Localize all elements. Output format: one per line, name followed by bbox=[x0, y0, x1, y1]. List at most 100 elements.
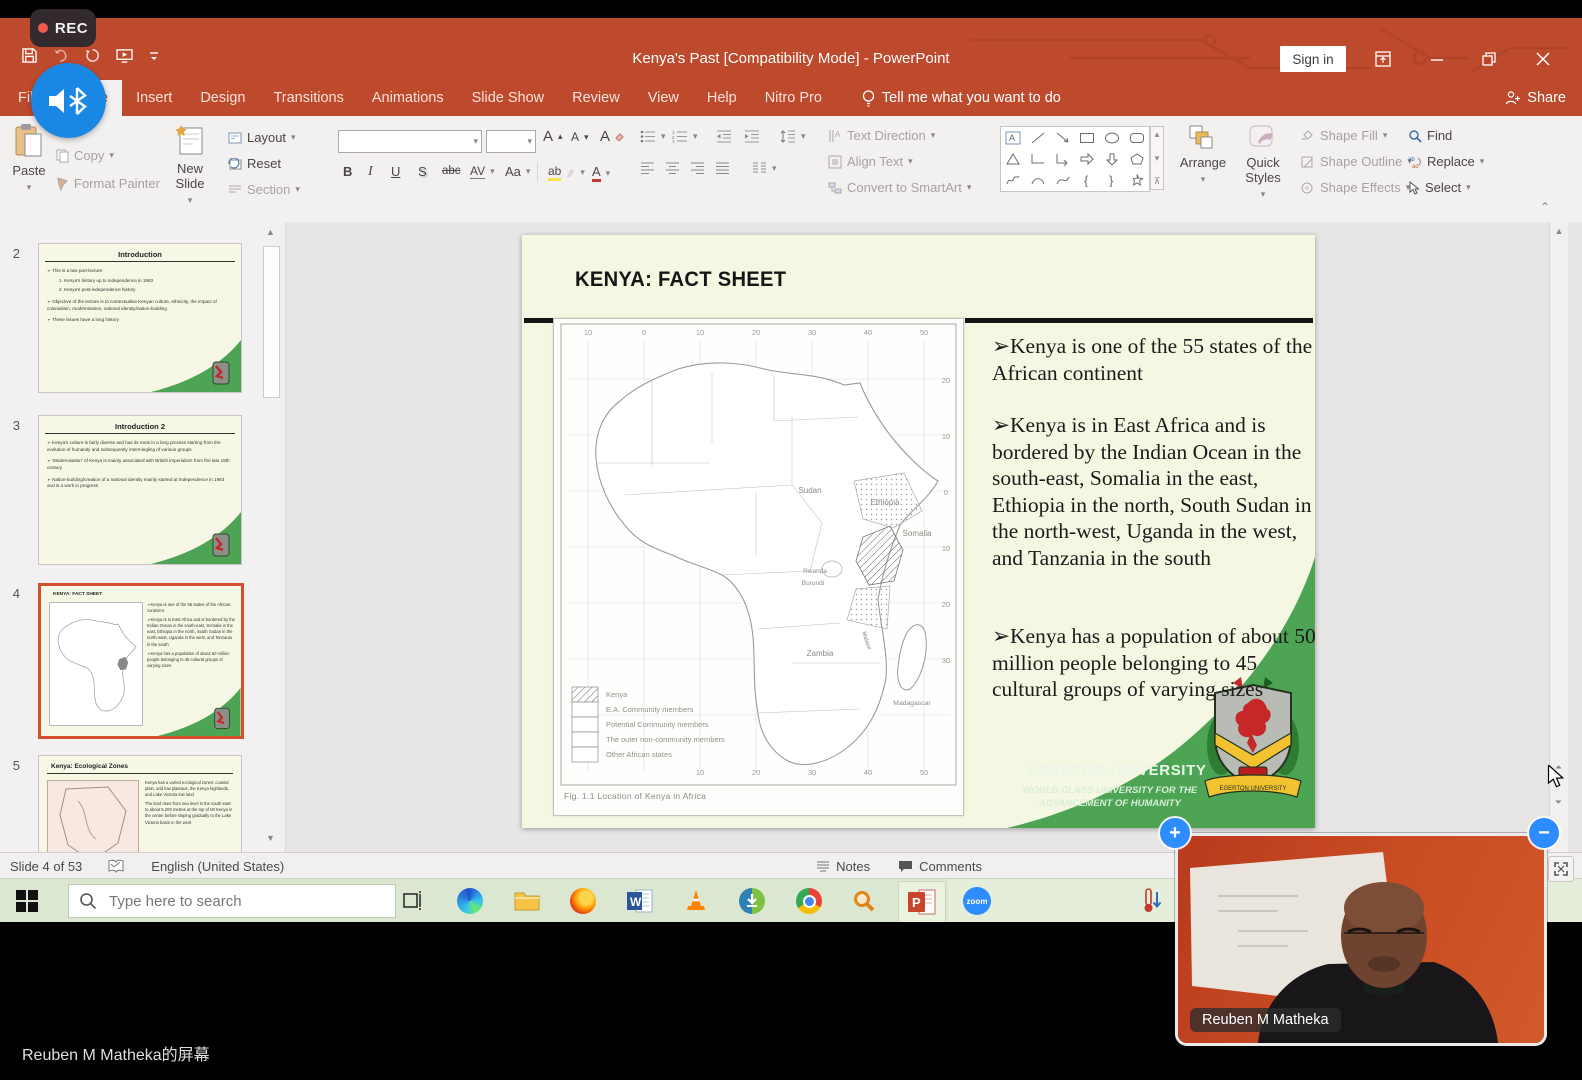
start-button[interactable] bbox=[12, 886, 42, 916]
thumb-scroll-down-button[interactable]: ▼ bbox=[262, 830, 279, 846]
copy-button[interactable]: Copy▾ bbox=[56, 148, 114, 163]
taskbar-search[interactable] bbox=[68, 884, 396, 918]
line-spacing-button[interactable]: ▾ bbox=[780, 130, 806, 143]
notes-button[interactable]: Notes bbox=[816, 859, 870, 874]
zoom-app-icon[interactable]: zoom bbox=[962, 886, 992, 916]
clear-formatting-button[interactable]: A bbox=[600, 128, 624, 145]
firefox-icon[interactable] bbox=[568, 886, 598, 916]
shape-fill-button[interactable]: Shape Fill▾ bbox=[1300, 128, 1387, 143]
oval-shape-icon[interactable] bbox=[1101, 128, 1122, 147]
tab-view[interactable]: View bbox=[634, 80, 693, 116]
idm-icon[interactable] bbox=[737, 886, 767, 916]
powerpoint-taskbar-active[interactable]: P bbox=[898, 881, 946, 923]
word-icon[interactable]: W bbox=[625, 886, 655, 916]
elbow-shape-icon[interactable] bbox=[1027, 149, 1048, 168]
task-view-button[interactable] bbox=[398, 886, 428, 916]
text-shadow-button[interactable]: S bbox=[418, 164, 427, 179]
restore-button[interactable] bbox=[1474, 46, 1504, 72]
underline-button[interactable]: U bbox=[391, 164, 400, 179]
tab-slideshow[interactable]: Slide Show bbox=[458, 80, 559, 116]
section-button[interactable]: Section▾ bbox=[228, 182, 300, 197]
webcam-video[interactable]: Reuben M Matheka bbox=[1175, 833, 1547, 1046]
arc-shape-icon[interactable] bbox=[1027, 171, 1048, 190]
curve-shape-icon[interactable] bbox=[1052, 171, 1073, 190]
slide-canvas[interactable]: KENYA: FACT SHEET 100 1020 bbox=[522, 235, 1315, 828]
bullets-button[interactable]: ▾ bbox=[640, 130, 666, 143]
numbering-button[interactable]: 123▾ bbox=[672, 130, 698, 143]
thumb-scrollbar-thumb[interactable] bbox=[263, 246, 280, 398]
elbow-arrow-shape-icon[interactable] bbox=[1052, 149, 1073, 168]
close-button[interactable] bbox=[1528, 46, 1558, 72]
minimize-button[interactable] bbox=[1422, 46, 1452, 72]
align-text-button[interactable]: Align Text▾ bbox=[828, 154, 913, 169]
shapes-gallery[interactable]: A { } bbox=[1000, 126, 1150, 192]
bluetooth-audio-button[interactable] bbox=[31, 63, 106, 138]
shrink-font-button[interactable]: A▾ bbox=[571, 130, 589, 144]
star-shape-icon[interactable] bbox=[1126, 171, 1147, 190]
down-arrow-shape-icon[interactable] bbox=[1101, 149, 1122, 168]
zoom-decrease-button[interactable]: − bbox=[1529, 818, 1559, 848]
shape-effects-button[interactable]: Shape Effects▾ bbox=[1300, 180, 1410, 195]
triangle-shape-icon[interactable] bbox=[1003, 149, 1024, 168]
tab-transitions[interactable]: Transitions bbox=[259, 80, 357, 116]
tab-animations[interactable]: Animations bbox=[358, 80, 458, 116]
tab-design[interactable]: Design bbox=[186, 80, 259, 116]
convert-smartart-button[interactable]: Convert to SmartArt▾ bbox=[828, 180, 971, 195]
paste-button[interactable]: Paste▾ bbox=[12, 124, 52, 193]
pentagon-shape-icon[interactable] bbox=[1126, 149, 1147, 168]
thumbnail-slide-5[interactable]: Kenya: Ecological Zones Kenya has a vari… bbox=[38, 755, 242, 852]
decrease-indent-button[interactable] bbox=[716, 130, 732, 143]
arrange-button[interactable]: Arrange▾ bbox=[1176, 124, 1230, 185]
zoom-increase-button[interactable]: + bbox=[1160, 818, 1190, 848]
shapes-gallery-scrollbar[interactable]: ▴▾⊼ bbox=[1150, 126, 1164, 190]
line-shape-icon[interactable] bbox=[1027, 128, 1048, 147]
rectangle-shape-icon[interactable] bbox=[1077, 128, 1098, 147]
file-explorer-icon[interactable] bbox=[512, 886, 542, 916]
character-spacing-button[interactable]: AV▾ bbox=[470, 164, 495, 179]
find-button[interactable]: Find bbox=[1408, 128, 1452, 143]
scroll-up-arrow[interactable]: ▲ bbox=[1550, 226, 1568, 236]
select-button[interactable]: Select▾ bbox=[1408, 180, 1471, 195]
main-scrollbar[interactable]: ▲ ⏶ ⏷ ▼ bbox=[1549, 222, 1568, 852]
thumbnail-slide-3[interactable]: Introduction 2 ➢ Kenya's culture is fair… bbox=[38, 415, 242, 565]
font-name-combo[interactable]: ▾ bbox=[338, 130, 482, 153]
thumbnail-slide-2[interactable]: Introduction ➢ This is a two part-lectur… bbox=[38, 243, 242, 393]
change-case-button[interactable]: Aa▾ bbox=[505, 164, 530, 179]
next-slide-button[interactable]: ⏷ bbox=[1552, 797, 1565, 808]
font-size-combo[interactable]: ▾ bbox=[486, 130, 536, 153]
language-indicator[interactable]: English (United States) bbox=[151, 859, 284, 874]
thumb-scroll-up-button[interactable]: ▲ bbox=[262, 224, 279, 240]
tab-review[interactable]: Review bbox=[558, 80, 634, 116]
ribbon-display-options-button[interactable] bbox=[1368, 46, 1398, 72]
replace-button[interactable]: abac Replace▾ bbox=[1408, 154, 1484, 169]
temperature-tray-icon[interactable] bbox=[1138, 886, 1168, 916]
highlight-color-button[interactable]: ab▾ bbox=[548, 164, 585, 181]
search-input[interactable] bbox=[107, 892, 351, 911]
format-painter-button[interactable]: Format Painter bbox=[56, 176, 160, 191]
text-direction-button[interactable]: A Text Direction▾ bbox=[828, 128, 935, 143]
reset-button[interactable]: Reset bbox=[228, 156, 281, 171]
sign-in-button[interactable]: Sign in bbox=[1280, 46, 1346, 72]
columns-button[interactable]: ▾ bbox=[752, 162, 777, 175]
strikethrough-button[interactable]: abc bbox=[442, 165, 461, 177]
thumbnail-slide-4-selected[interactable]: KENYA: FACT SHEET ➢Kenya is one of the 5… bbox=[38, 583, 244, 739]
textbox-shape-icon[interactable]: A bbox=[1003, 128, 1024, 147]
tab-help[interactable]: Help bbox=[693, 80, 751, 116]
align-left-button[interactable] bbox=[640, 162, 655, 175]
align-center-button[interactable] bbox=[665, 162, 680, 175]
tab-insert[interactable]: Insert bbox=[122, 80, 186, 116]
increase-indent-button[interactable] bbox=[744, 130, 760, 143]
arrow-shape-icon[interactable] bbox=[1052, 128, 1073, 147]
scribble-shape-icon[interactable] bbox=[1003, 171, 1024, 190]
collapse-ribbon-button[interactable]: ⌃ bbox=[1540, 200, 1550, 214]
quick-styles-button[interactable]: Quick Styles▾ bbox=[1236, 124, 1290, 200]
bold-button[interactable]: B bbox=[343, 164, 352, 179]
align-right-button[interactable] bbox=[690, 162, 705, 175]
shape-outline-button[interactable]: Shape Outline▾ bbox=[1300, 154, 1412, 169]
magnifier-app-icon[interactable] bbox=[849, 886, 879, 916]
new-slide-button[interactable]: New Slide ▾ bbox=[168, 124, 212, 206]
spellcheck-icon[interactable] bbox=[108, 859, 125, 874]
right-brace-shape-icon[interactable]: } bbox=[1101, 171, 1122, 190]
grow-font-button[interactable]: A▴ bbox=[543, 128, 563, 145]
comments-button[interactable]: Comments bbox=[898, 859, 982, 874]
